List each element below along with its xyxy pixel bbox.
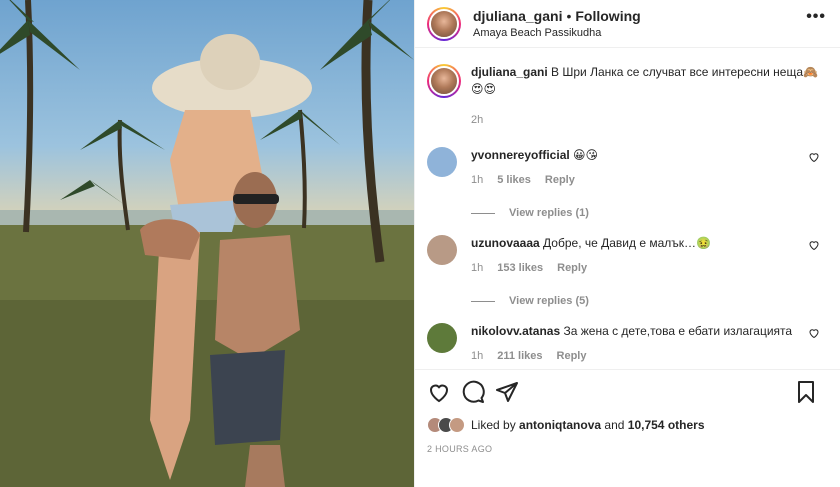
liked-by-connector: and [604,418,625,432]
comment-username[interactable]: nikolovv.atanas [471,324,560,338]
caption-username[interactable]: djuliana_gani [471,65,548,79]
liked-by-user[interactable]: antoniqtanova [519,418,601,432]
comment-likes[interactable]: 153 likes [497,260,543,277]
view-replies-label: View replies (5) [509,295,589,307]
caption-time[interactable]: 2h [471,112,483,129]
post-header: djuliana_gani • Following Amaya Beach Pa… [415,0,840,48]
comment-item: yvonnereyofficial 😀😘 1h 5 likes Reply [427,147,824,189]
liked-by-prefix: Liked by [471,418,516,432]
comment-avatar[interactable] [427,147,457,177]
comment-text: За жена с дете,това е ебати излагацията [563,324,793,338]
reply-button[interactable]: Reply [557,348,587,365]
comment-text: Добре, че Давид е малък…🤢 [543,236,711,250]
post-photo[interactable] [0,0,414,487]
comment-time[interactable]: 1h [471,260,483,277]
comment-username[interactable]: uzunovaaaa [471,236,540,250]
comment-username[interactable]: yvonnereyofficial [471,148,570,162]
comment-like-heart-icon[interactable] [808,239,820,251]
view-replies-label: View replies (1) [509,207,589,219]
comment-likes[interactable]: 5 likes [497,172,531,189]
comment-time[interactable]: 1h [471,348,483,365]
share-icon[interactable] [495,380,519,404]
liked-by-row: Liked by antoniqtanova and 10,754 others [415,414,840,436]
comment-time[interactable]: 1h [471,172,483,189]
post-view: djuliana_gani • Following Amaya Beach Pa… [0,0,840,487]
more-options-icon[interactable]: ••• [806,8,826,26]
comment-likes[interactable]: 211 likes [497,348,542,365]
reply-button[interactable]: Reply [545,172,575,189]
comment-item: uzunovaaaa Добре, че Давид е малък…🤢 1h … [427,235,824,277]
following-button[interactable]: Following [575,8,640,24]
liker-avatars[interactable] [427,417,465,433]
post-timestamp[interactable]: 2 HOURS AGO [415,436,840,454]
author-username[interactable]: djuliana_gani [473,8,562,24]
caption: djuliana_gani В Шри Ланка се случват все… [427,64,824,129]
comment-icon[interactable] [461,380,485,404]
liked-by-others[interactable]: 10,754 others [628,418,705,432]
comment-avatar[interactable] [427,323,457,353]
post-side-panel: djuliana_gani • Following Amaya Beach Pa… [414,0,840,487]
author-avatar[interactable] [427,6,461,41]
view-replies-button[interactable]: View replies (5) [471,295,824,307]
separator-dot: • [566,8,572,24]
comment-like-heart-icon[interactable] [808,327,820,339]
comment-item: nikolovv.atanas За жена с дете,това е еб… [427,323,824,365]
heart-icon[interactable] [427,380,451,404]
reply-button[interactable]: Reply [557,260,587,277]
view-replies-button[interactable]: View replies (1) [471,207,824,219]
caption-avatar[interactable] [427,64,461,98]
comment-like-heart-icon[interactable] [808,151,820,163]
comment-text: 😀😘 [573,148,599,162]
comments-list[interactable]: djuliana_gani В Шри Ланка се случват все… [415,48,840,370]
action-bar [415,370,840,414]
photo-scene [0,0,414,487]
bookmark-icon[interactable] [794,380,818,404]
post-location[interactable]: Amaya Beach Passikudha [473,27,641,39]
comment-avatar[interactable] [427,235,457,265]
